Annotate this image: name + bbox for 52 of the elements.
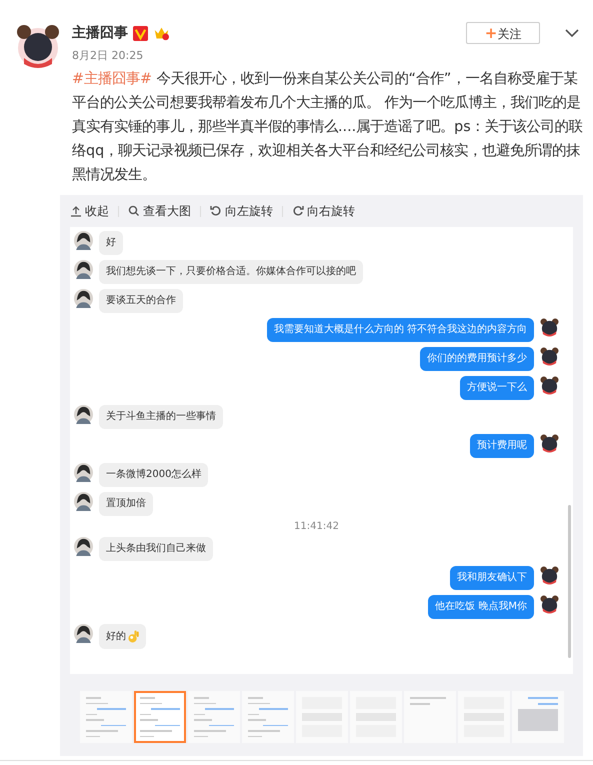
thumbnail[interactable]: [512, 691, 564, 743]
toolbar-button[interactable]: 向左旋转: [210, 202, 273, 220]
message-bubble: 好的: [99, 624, 146, 649]
upload-arrow-icon: [70, 205, 82, 217]
message-bubble: 关于斗鱼主播的一些事情: [99, 405, 223, 429]
bear-avatar-icon: [540, 376, 559, 395]
contact-avatar-icon: [74, 492, 93, 511]
contact-avatar-icon: [74, 537, 93, 556]
ok-hand-icon: [128, 630, 139, 643]
message-bubble: 方便说一下么: [460, 376, 534, 400]
message-time: 11:41:42: [294, 521, 339, 532]
search-icon: [128, 205, 140, 217]
author-name[interactable]: 主播囧事: [72, 24, 128, 42]
bear-avatar-icon: [540, 595, 559, 614]
contact-avatar-icon: [74, 231, 93, 250]
message-bubble: 我需要知道大概是什么方向的 符不符合我这边的内容方向: [266, 318, 534, 342]
bear-avatar-icon: [540, 434, 559, 453]
message-bubble: 我们想先谈一下，只要价格合适。你媒体合作可以接的吧: [99, 260, 363, 284]
message-bubble: 一条微博2000怎么样: [99, 463, 208, 487]
bear-avatar-icon: [540, 347, 559, 366]
message-bubble: 置顶加倍: [99, 492, 153, 516]
thumbnail[interactable]: [404, 691, 456, 743]
toolbar-button[interactable]: 查看大图: [128, 202, 191, 220]
message-bubble: 好: [99, 231, 123, 255]
message-bubble: 上头条由我们自己来做: [99, 537, 213, 561]
thumbnail[interactable]: [134, 691, 186, 743]
contact-avatar-icon: [74, 624, 93, 643]
toolbar-button[interactable]: 收起: [70, 202, 109, 220]
thumbnail[interactable]: [80, 691, 132, 743]
message-bubble: 他在吃饭 晚点我M你: [428, 595, 534, 619]
message-bubble: 你们的的费用预计多少: [420, 347, 534, 371]
contact-avatar-icon: [74, 289, 93, 308]
rotate-right-icon: [292, 205, 304, 217]
bear-avatar-icon: [540, 318, 559, 337]
thumbnail[interactable]: [188, 691, 240, 743]
message-bubble: 要谈五天的合作: [99, 289, 183, 313]
post-date: 8月2日 20:25: [72, 48, 144, 63]
contact-avatar-icon: [74, 260, 93, 279]
follow-button[interactable]: +关注: [466, 22, 540, 44]
toolbar-button[interactable]: 向右旋转: [292, 202, 355, 220]
thumbnail[interactable]: [242, 691, 294, 743]
scrollbar[interactable]: [568, 505, 571, 658]
message-bubble: 预计费用呢: [470, 434, 534, 458]
message-bubble: 我和朋友确认下: [450, 566, 534, 590]
avatar-icon[interactable]: [14, 22, 62, 70]
rotate-left-icon: [210, 205, 222, 217]
chevron-down-icon[interactable]: [565, 29, 579, 37]
post-text: #主播囧事# 今天很开心，收到一份来自某公关公司的“合作”，一名自称受雇于某平台的公关公司想要我帮着发布几个大主播的瓜。 作为一个吃瓜博主，我们吃的是真实有实锤的事儿，那些半真半假的事情么....属于造谣了吧。ps：关于该公司的联络qq，聊天记录视频已保存，欢迎相关各大平台和经纪公司核实，也避免所谓的抹黑情况发生。: [72, 70, 583, 185]
contact-avatar-icon: [74, 463, 93, 482]
crown-icon: [153, 26, 170, 40]
contact-avatar-icon: [74, 405, 93, 424]
bear-avatar-icon: [540, 566, 559, 585]
